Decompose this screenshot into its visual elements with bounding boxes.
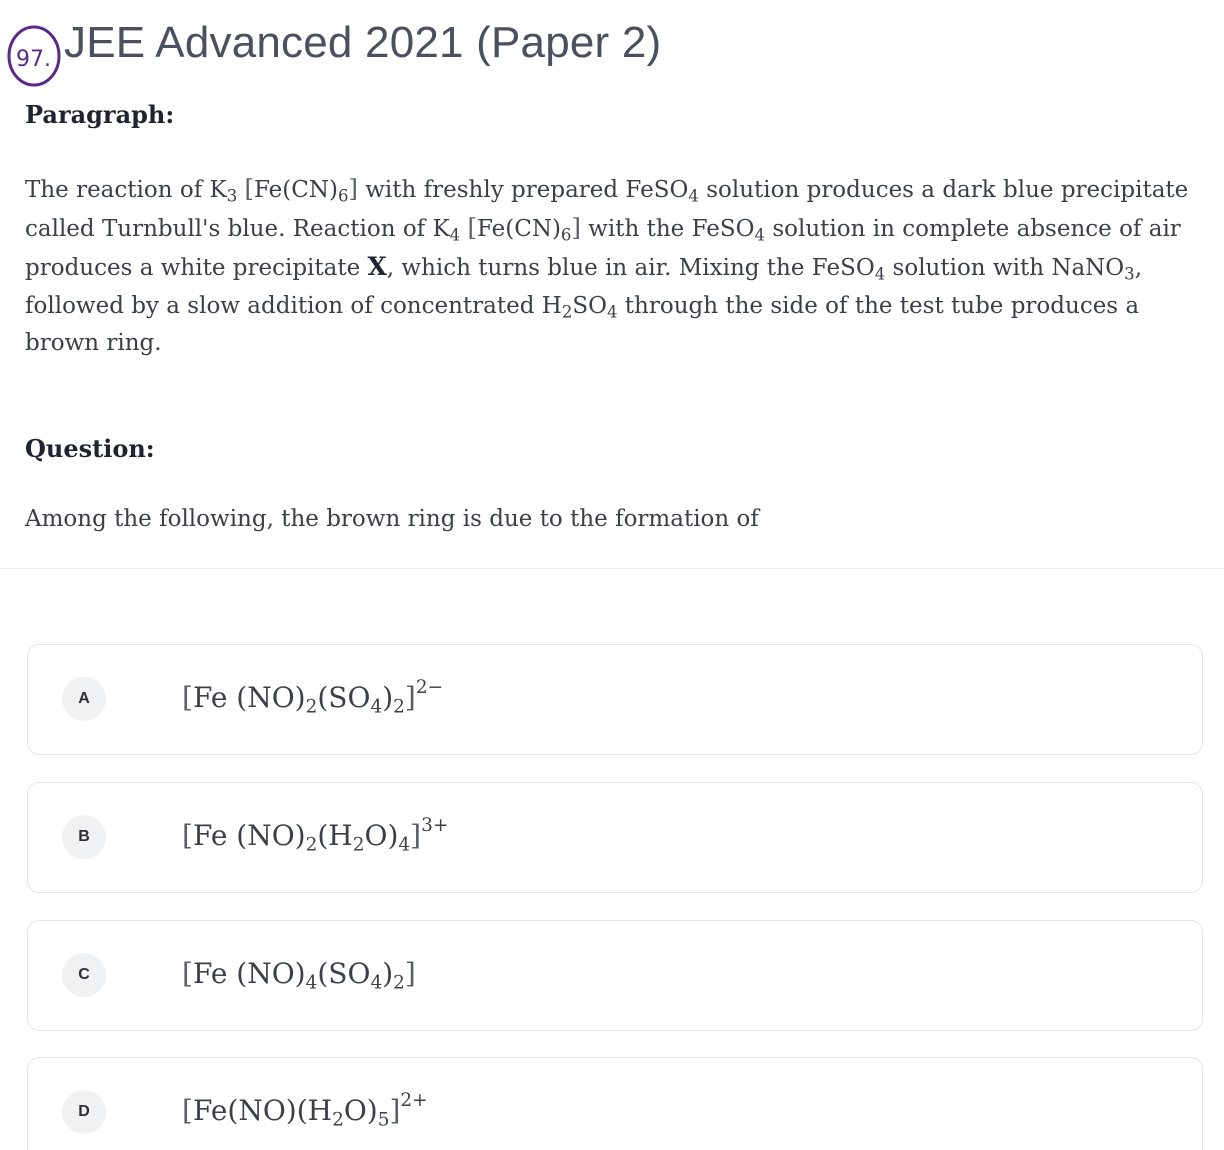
option-formula: [Fe (NO)4(SO4)2]: [182, 957, 416, 994]
paragraph-text: The reaction of K3 [Fe(CN)6] with freshl…: [25, 175, 1189, 356]
question-text: Among the following, the brown ring is d…: [25, 506, 759, 532]
option-formula: [Fe (NO)2(H2O)4]3+: [182, 815, 449, 856]
option-d[interactable]: D [Fe(NO)(H2O)5]2+: [27, 1057, 1203, 1150]
paragraph-label: Paragraph:: [25, 100, 175, 129]
divider: [0, 568, 1224, 569]
option-letter-badge: C: [62, 953, 106, 997]
annotation-text: 97.: [16, 47, 51, 72]
option-letter-badge: A: [62, 677, 106, 721]
handwritten-question-number-annotation: 97.: [7, 25, 61, 87]
option-formula: [Fe (NO)2(SO4)2]2−: [182, 677, 444, 718]
option-b[interactable]: B [Fe (NO)2(H2O)4]3+: [27, 782, 1203, 893]
page-title: JEE Advanced 2021 (Paper 2): [64, 18, 662, 67]
question-label: Question:: [25, 434, 155, 463]
option-a[interactable]: A [Fe (NO)2(SO4)2]2−: [27, 644, 1203, 755]
precipitate-x: X: [367, 252, 387, 281]
option-formula: [Fe(NO)(H2O)5]2+: [182, 1090, 428, 1131]
option-c[interactable]: C [Fe (NO)4(SO4)2]: [27, 920, 1203, 1031]
option-letter-badge: D: [62, 1090, 106, 1134]
option-letter-badge: B: [62, 815, 106, 859]
